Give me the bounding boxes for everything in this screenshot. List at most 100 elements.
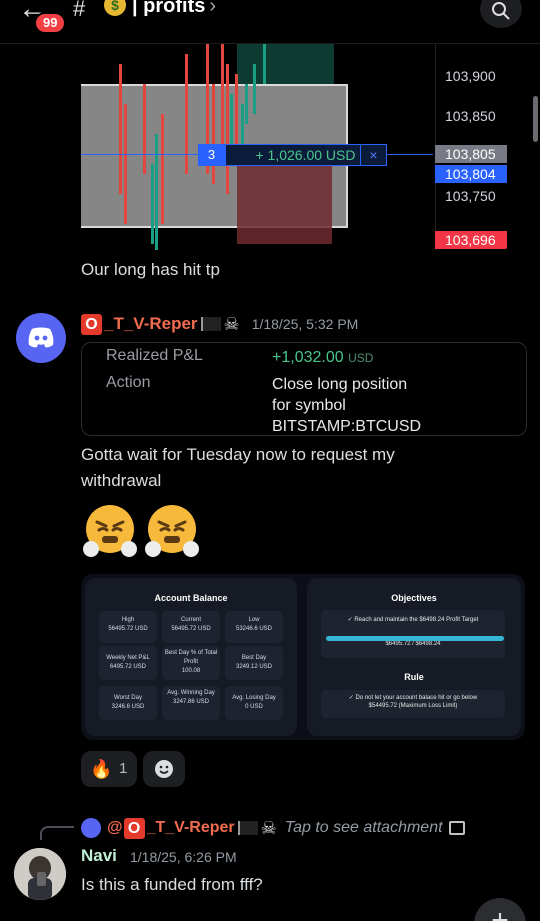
realized-pnl-amount: +1,032.00 — [272, 349, 344, 366]
objective-card: ✓ Reach and maintain the $6498.24 Profit… — [321, 610, 505, 658]
action-line: BITSTAMP:BTCUSD — [272, 418, 422, 435]
objectives-panel: Objectives ✓ Reach and maintain the $649… — [307, 578, 521, 736]
red-o-emoji-icon: O — [81, 313, 102, 335]
username[interactable]: _T_V-Reper — [104, 314, 198, 334]
discord-logo-icon — [28, 327, 54, 348]
face-with-steam-emoji-icon — [83, 505, 137, 557]
candle — [155, 134, 158, 250]
reply-reference[interactable]: @ O _T_V-Reper ☠ Tap to see attachment — [81, 816, 465, 840]
stat-value: 3246.6 USD — [111, 704, 145, 710]
reply-avatar — [81, 818, 101, 838]
user-photo-icon — [14, 848, 66, 900]
stat-card: Best Day 3249.12 USD — [225, 646, 283, 680]
account-balance-image[interactable]: Account Balance High 56495.72 USD Current… — [81, 574, 525, 740]
candle — [235, 74, 238, 144]
action-value: Close long position for symbol BITSTAMP:… — [272, 374, 421, 437]
candle — [221, 44, 224, 144]
red-o-emoji-icon: O — [123, 817, 145, 839]
stat-value: 56495.72 USD — [108, 626, 148, 632]
candle — [161, 114, 164, 224]
rule-card: ✓ Do not let your account balace hit or … — [321, 690, 505, 718]
candle — [226, 64, 229, 194]
candle — [263, 44, 266, 84]
search-button[interactable] — [480, 0, 522, 28]
panel-title: Objectives — [391, 593, 437, 603]
add-reaction-button[interactable] — [143, 751, 185, 787]
rule-value: $54495.72 (Maximum Loss Limit) — [368, 703, 458, 709]
stat-card: Worst Day 3246.6 USD — [99, 686, 157, 720]
reply-author: _T_V-Reper — [146, 819, 235, 836]
position-quantity[interactable]: 3 — [198, 144, 225, 166]
stat-card: Avg. Losing Day 0 USD — [225, 686, 283, 720]
panel-title: Account Balance — [154, 593, 228, 603]
action-line: Close long position — [272, 376, 408, 393]
image-icon — [448, 821, 465, 835]
avatar[interactable] — [16, 313, 66, 363]
stat-label: Best Day — [241, 655, 267, 661]
stat-value: 100.08 — [181, 668, 201, 674]
search-icon — [492, 2, 510, 20]
realized-pnl-value: +1,032.00 USD — [272, 347, 373, 369]
rule-text: ✓ Do not let your account balace hit or … — [348, 695, 478, 701]
stat-label: Low — [248, 617, 260, 623]
realized-pnl-unit: USD — [348, 351, 374, 365]
avatar[interactable] — [14, 848, 66, 900]
price-axis-label: 103,900 — [445, 68, 496, 84]
stat-value: 53246.6 USD — [235, 626, 273, 632]
channel-title[interactable]: | profits › — [132, 0, 216, 18]
stat-label: Worst Day — [114, 695, 142, 701]
action-line: for symbol — [272, 397, 346, 414]
pnl-notification-card: Realized P&L +1,032.00 USD Action Close … — [81, 342, 527, 436]
skull-crossbones-icon: ☠ — [223, 313, 240, 334]
hash-icon: # — [73, 0, 86, 21]
stat-label: Current — [180, 617, 201, 623]
stat-card: Weekly Net P&L 6495.72 USD — [99, 646, 157, 680]
stat-card: Low 53246.6 USD — [225, 611, 283, 643]
realized-pnl-label: Realized P&L — [106, 347, 203, 364]
message-line: withdrawal — [81, 471, 162, 490]
objective-progress-text: $6495.72 / $6498.24 — [385, 641, 441, 647]
black-flag-icon — [237, 821, 258, 835]
reply-at-sign: @ — [107, 819, 123, 836]
stat-card: Best Day % of Total Profit 100.08 — [162, 646, 220, 680]
timestamp: 1/18/25, 5:32 PM — [251, 316, 359, 332]
candle — [212, 84, 215, 184]
skull-crossbones-icon: ☠ — [260, 817, 277, 838]
stop-price-tag: 103,696 — [435, 231, 507, 249]
message-line: Gotta wait for Tuesday now to request my — [81, 445, 395, 464]
stop-loss-zone — [237, 156, 332, 244]
chevron-right-icon: › — [209, 0, 217, 17]
candle — [253, 64, 256, 114]
candle — [119, 64, 122, 194]
candle — [124, 104, 127, 224]
close-position-icon[interactable]: × — [360, 144, 387, 166]
entry-price-tag: 103,804 — [435, 165, 507, 183]
stat-value: 3249.12 USD — [235, 664, 273, 670]
stat-label: Avg. Losing Day — [232, 695, 276, 701]
channel-header: ← 99 # $ | profits › — [0, 0, 540, 44]
rule-title: Rule — [404, 672, 424, 682]
unread-badge: 99 — [34, 12, 67, 34]
fire-reaction[interactable]: 🔥 1 — [81, 751, 137, 787]
stat-label: Avg. Winning Day — [167, 690, 215, 696]
stat-card: Avg. Winning Day 3247.86 USD — [162, 686, 220, 720]
stat-label: High — [121, 617, 135, 623]
current-price-tag: 103,805 — [435, 145, 507, 163]
candle — [151, 164, 154, 244]
timestamp: 1/18/25, 6:26 PM — [130, 849, 237, 865]
chart-screenshot[interactable]: 3 + 1,026.00 USD × 103,900 103,850 103,7… — [81, 44, 511, 250]
black-flag-icon — [200, 317, 221, 331]
stat-label: Weekly Net P&L — [106, 655, 150, 661]
candle — [245, 84, 248, 124]
new-message-fab[interactable]: + — [474, 898, 526, 921]
objective-text: ✓ Reach and maintain the $6498.24 Profit… — [347, 617, 479, 623]
price-axis-label: 103,850 — [445, 108, 496, 124]
scrollbar[interactable] — [533, 96, 538, 142]
candle — [185, 54, 188, 174]
reply-hint-text: Tap to see attachment — [284, 819, 443, 836]
stat-value: 6495.72 USD — [109, 664, 147, 670]
message-text: Our long has hit tp — [81, 260, 220, 279]
username[interactable]: Navi — [81, 846, 117, 866]
stat-value: 3247.86 USD — [172, 699, 210, 705]
stat-value: 56495.72 USD — [171, 626, 211, 632]
